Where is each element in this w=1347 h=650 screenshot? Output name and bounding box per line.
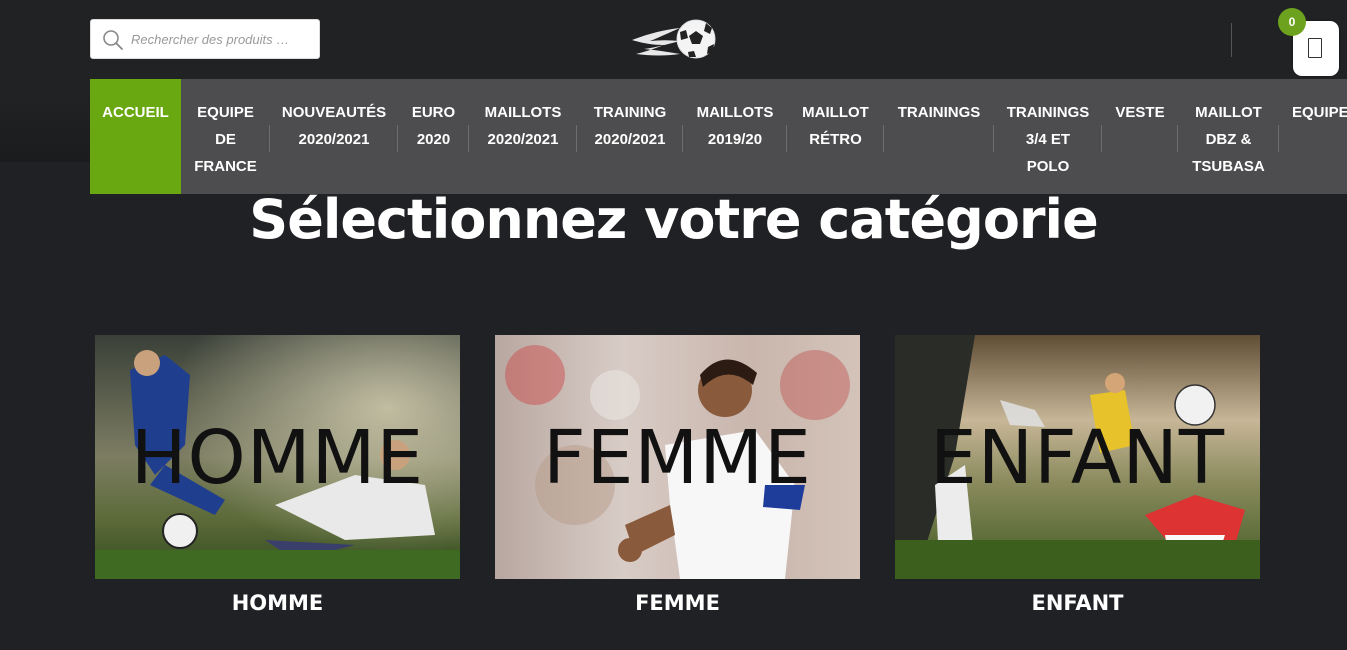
menu-label: TRAINING (593, 104, 667, 121)
category-caption[interactable]: ENFANT (895, 591, 1260, 615)
category-overlay-text: FEMME (543, 415, 812, 501)
menu-item-maillot-dbz-tsubasa[interactable]: MAILLOT DBZ & TSUBASA (1178, 79, 1279, 194)
menu-item-accueil[interactable]: ACCUEIL (90, 79, 181, 194)
menu-label: TRAININGS (1006, 104, 1090, 121)
menu-label: MAILLOT (802, 104, 869, 121)
menu-item-equipe-de-france[interactable]: EQUIPE DE FRANCE (181, 79, 270, 194)
category-overlay-text: HOMME (130, 415, 425, 501)
menu-label: NOUVEAUTÉS (281, 104, 387, 121)
category-overlay-text: ENFANT (929, 415, 1226, 501)
menu-item-nouveautes[interactable]: NOUVEAUTÉS 2020/2021 (270, 79, 398, 194)
menu-item-trainings-polo[interactable]: TRAININGS 3/4 ET POLO (994, 79, 1102, 194)
menu-label: 2020 (416, 131, 451, 148)
category-card-femme[interactable]: FEMME FEMME (495, 335, 860, 615)
main-menu: ACCUEIL EQUIPE DE FRANCE NOUVEAUTÉS 2020… (90, 79, 1347, 194)
menu-label: MAILLOT (1195, 104, 1262, 121)
menu-label: DE (215, 131, 236, 148)
menu-label: ACCUEIL (102, 104, 169, 121)
menu-label: DBZ & (1205, 131, 1252, 148)
category-caption[interactable]: HOMME (95, 591, 460, 615)
menu-item-euro-2020[interactable]: EURO 2020 (398, 79, 469, 194)
category-card-homme[interactable]: HOMME HOMME (95, 335, 460, 615)
menu-label: RÉTRO (809, 131, 862, 148)
menu-label: 2020/2021 (298, 131, 370, 148)
menu-label: MAILLOTS (696, 104, 774, 121)
soccer-ball-logo[interactable] (628, 14, 720, 64)
cart-button[interactable]: 0 (1278, 8, 1339, 76)
page-title: Sélectionnez votre catégorie (249, 188, 1098, 251)
menu-item-training-2020-2021[interactable]: TRAINING 2020/2021 (577, 79, 683, 194)
menu-label: EQUIPE (1292, 104, 1347, 121)
menu-label: TRAININGS (897, 104, 981, 121)
category-image[interactable]: HOMME (95, 335, 460, 579)
search-icon (103, 30, 123, 50)
search-input[interactable] (131, 20, 311, 58)
product-search[interactable] (90, 19, 320, 59)
menu-item-trainings[interactable]: TRAININGS (884, 79, 994, 194)
category-image[interactable]: FEMME (495, 335, 860, 579)
menu-label: FRANCE (194, 158, 257, 175)
menu-label: POLO (1026, 158, 1070, 175)
menu-label: 2020/2021 (487, 131, 559, 148)
menu-item-equipe[interactable]: EQUIPE (1279, 79, 1347, 194)
menu-label: EQUIPE (197, 104, 254, 121)
header-divider (1231, 23, 1232, 57)
category-image[interactable]: ENFANT (895, 335, 1260, 579)
menu-item-maillots-2019-20[interactable]: MAILLOTS 2019/20 (683, 79, 787, 194)
menu-label: VESTE (1115, 104, 1165, 121)
menu-label: 3/4 ET (1025, 131, 1071, 148)
category-caption[interactable]: FEMME (495, 591, 860, 615)
menu-label: 2020/2021 (594, 131, 666, 148)
menu-item-maillots-2020-2021[interactable]: MAILLOTS 2020/2021 (469, 79, 577, 194)
menu-label: MAILLOTS (484, 104, 562, 121)
menu-label: 2019/20 (707, 131, 763, 148)
menu-label: TSUBASA (1192, 158, 1265, 175)
menu-item-maillot-retro[interactable]: MAILLOT RÉTRO (787, 79, 884, 194)
category-card-enfant[interactable]: ENFANT ENFANT (895, 335, 1260, 615)
menu-item-veste[interactable]: VESTE (1102, 79, 1178, 194)
cart-count-badge: 0 (1278, 8, 1306, 36)
cart-icon (1308, 38, 1322, 58)
menu-label: EURO (411, 104, 456, 121)
